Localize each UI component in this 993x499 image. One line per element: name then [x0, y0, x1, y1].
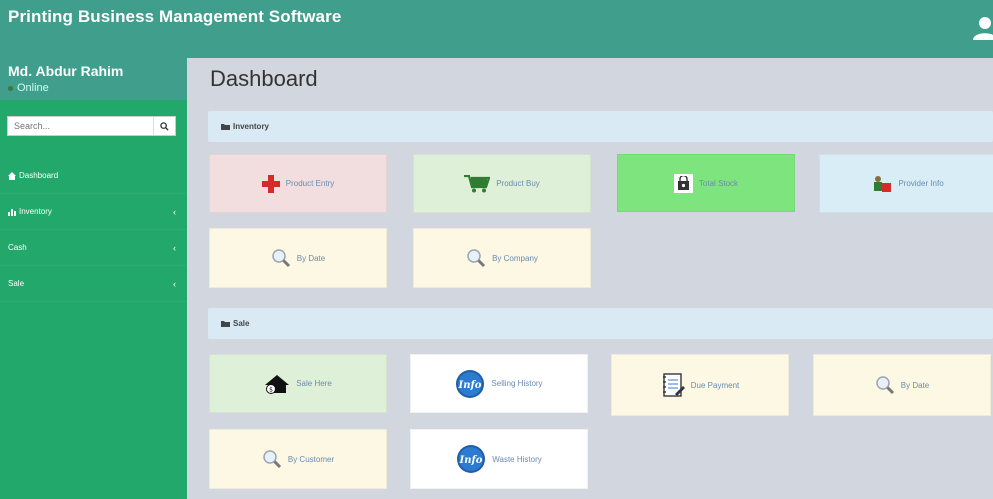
tile-label: Sale Here — [296, 379, 332, 388]
info-icon: Info — [456, 444, 486, 474]
tile-label: Product Entry — [285, 179, 335, 188]
by-date-tile[interactable]: By Date — [209, 228, 387, 288]
cart-icon — [464, 174, 491, 193]
sidebar: Md. Abdur Rahim Online Dashboard Invento… — [0, 58, 187, 499]
status-dot-icon — [8, 85, 13, 91]
search-button[interactable] — [153, 117, 175, 135]
sale-section-header: Sale — [208, 308, 993, 339]
sidebar-search — [7, 116, 176, 136]
user-panel: Md. Abdur Rahim Online — [0, 58, 187, 100]
tile-label: Total Stock — [698, 178, 739, 188]
notepad-icon — [661, 372, 685, 398]
plus-icon — [261, 174, 280, 193]
waste-history-tile[interactable]: Info Waste History — [410, 429, 588, 489]
chart-icon — [8, 208, 16, 216]
tile-label: Product Buy — [496, 179, 540, 188]
tile-label: By Customer — [287, 454, 335, 464]
main-content: Dashboard Inventory Product Entry Produc… — [187, 58, 993, 499]
sidebar-item-label: Dashboard — [19, 171, 59, 180]
status-label: Online — [17, 82, 49, 94]
bag-icon — [673, 173, 693, 193]
section-label: Sale — [233, 319, 250, 328]
sidebar-item-sale[interactable]: Sale ‹ — [0, 266, 187, 302]
sale-here-tile[interactable]: $ Sale Here — [209, 354, 387, 413]
sidebar-item-label: Sale — [8, 279, 25, 288]
by-company-tile[interactable]: By Company — [413, 228, 591, 288]
magnifier-icon — [262, 449, 282, 469]
section-label: Inventory — [233, 122, 270, 131]
page-title: Dashboard — [210, 66, 318, 91]
sidebar-item-label: Inventory — [19, 207, 52, 216]
magnifier-icon — [466, 248, 486, 268]
info-icon: Info — [455, 369, 485, 399]
svg-text:Info: Info — [459, 455, 483, 466]
sidebar-item-inventory[interactable]: Inventory ‹ — [0, 194, 187, 230]
tile-label: Due Payment — [690, 380, 740, 390]
sale-by-date-tile[interactable]: By Date — [813, 354, 991, 416]
status-indicator: Online — [8, 82, 49, 94]
selling-history-tile[interactable]: Info Selling History — [410, 354, 588, 413]
total-stock-tile[interactable]: Total Stock — [617, 154, 795, 212]
home-icon — [8, 171, 16, 180]
sidebar-item-dashboard[interactable]: Dashboard — [0, 158, 187, 194]
chevron-left-icon: ‹ — [173, 279, 176, 289]
search-input[interactable] — [8, 117, 153, 135]
chevron-left-icon: ‹ — [173, 207, 176, 217]
person-icon — [872, 175, 892, 193]
tile-label: Selling History — [491, 379, 543, 388]
house-icon: $ — [264, 374, 290, 394]
inventory-section-header: Inventory — [208, 111, 993, 142]
tile-label: Waste History — [492, 454, 542, 464]
svg-text:$: $ — [269, 386, 273, 393]
product-buy-tile[interactable]: Product Buy — [413, 154, 591, 213]
magnifier-icon — [271, 248, 291, 268]
provider-info-tile[interactable]: Provider Info — [819, 154, 993, 213]
user-icon[interactable] — [973, 16, 993, 40]
sidebar-menu: Dashboard Inventory ‹ Cash ‹ Sale ‹ — [0, 158, 187, 302]
tile-label: By Date — [900, 380, 930, 390]
due-payment-tile[interactable]: Due Payment — [611, 354, 789, 416]
by-customer-tile[interactable]: By Customer — [209, 429, 387, 489]
tile-label: By Company — [492, 253, 538, 263]
magnifier-icon — [875, 375, 895, 395]
app-title: Printing Business Management Software — [8, 7, 342, 26]
svg-text:Info: Info — [458, 380, 482, 391]
sidebar-item-label: Cash — [8, 243, 27, 252]
top-header: Printing Business Management Software — [0, 0, 993, 58]
chevron-left-icon: ‹ — [173, 243, 176, 253]
folder-icon — [221, 123, 230, 130]
user-name: Md. Abdur Rahim — [8, 63, 124, 79]
tile-label: Provider Info — [898, 179, 944, 188]
sidebar-item-cash[interactable]: Cash ‹ — [0, 230, 187, 266]
folder-icon — [221, 320, 230, 327]
product-entry-tile[interactable]: Product Entry — [209, 154, 387, 213]
search-icon — [160, 121, 169, 131]
tile-label: By Date — [296, 253, 326, 263]
